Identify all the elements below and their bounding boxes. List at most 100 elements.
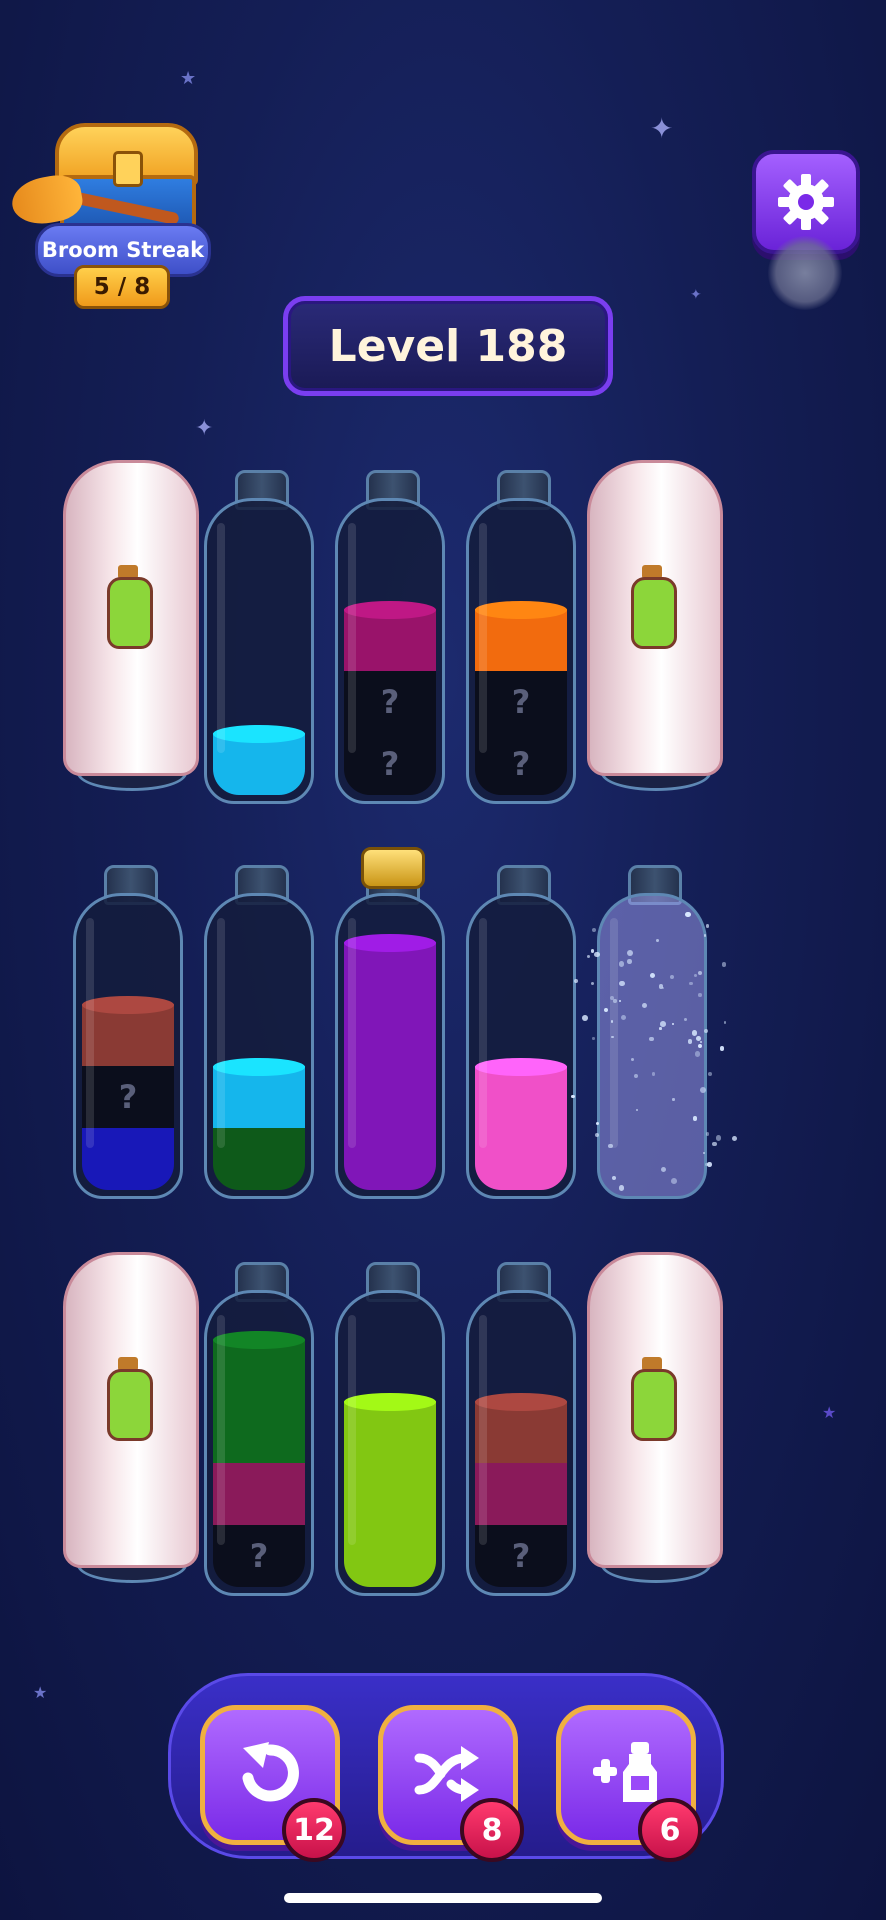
liquid-layer [213,1066,305,1128]
bottle-glass: ? [73,893,183,1199]
sparkle-particle [723,1021,727,1024]
bottle-glass [335,893,445,1199]
sparkle-particle [691,1029,698,1036]
bottle[interactable] [335,1262,445,1600]
sparkle-particle [721,962,727,968]
potion-icon [105,565,153,649]
sparkle-particle [703,933,707,937]
covered-bottle[interactable] [63,460,199,791]
broom-streak-widget[interactable]: Broom Streak 5 / 8 [8,115,211,309]
liquid-layer [344,1128,436,1190]
sparkle-particle [620,1014,627,1020]
potion-icon [105,1357,153,1441]
bottle[interactable]: ? [204,1262,314,1600]
sparkle-particle [705,1131,710,1136]
hidden-layer: ? [213,1525,305,1587]
bottle-glass: ? [466,1290,576,1596]
sparkle-particle [692,1115,698,1121]
sparkle-particle [627,959,632,964]
liquid-layer [82,1004,174,1066]
sparkle-decoration: ✦ [195,416,214,441]
liquid-layer [213,1463,305,1525]
hidden-layer: ? [82,1066,174,1128]
sparkle-particle [707,1162,713,1167]
liquid-layer [475,1401,567,1463]
liquid-layer [344,1401,436,1463]
sparkle-particle [590,981,595,986]
covered-bottle[interactable] [63,1252,199,1583]
sparkle-particle [618,999,621,1002]
sparkle-particle [611,1175,616,1180]
sparkle-particle [591,927,597,932]
hidden-layer: ? [475,733,567,795]
bottle[interactable]: ? [466,1262,576,1600]
potion-icon [629,1357,677,1441]
sparkle-particle [618,960,625,967]
liquid-layer [213,1339,305,1401]
sparkle-particle [651,1072,656,1076]
bottle-glass: ?? [335,498,445,804]
sparkle-particle [609,995,614,1000]
liquid-layer [475,1128,567,1190]
liquid-layer [213,1401,305,1463]
sparkle-particle [659,1027,662,1031]
bottle-glass: ?? [466,498,576,804]
sparkle-particle [697,970,703,976]
bottle[interactable] [204,865,314,1203]
covered-bottle[interactable] [587,460,723,791]
sparkle-particle [704,1029,709,1033]
sparkle-particle [659,1021,666,1027]
sparkle-particle [590,949,595,953]
sparkle-particle [683,1017,687,1021]
liquid-layer [344,1004,436,1066]
liquid-layer [213,733,305,795]
sparkle-particle [618,1185,625,1191]
broom-streak-count: 5 / 8 [74,265,170,309]
sparkle-particle [613,999,617,1003]
liquid-layer [344,1525,436,1587]
sparkle-particle [712,1141,717,1147]
sparkle-particle [705,924,710,928]
liquid-layer [344,1463,436,1525]
add-bottle-count-badge: 6 [638,1798,702,1862]
level-title: Level 188 [283,296,613,396]
sparkle-particle [641,1002,647,1008]
bottle-glass [466,893,576,1199]
bottle-glass [204,498,314,804]
bottle-glass [597,893,707,1199]
sparkle-particle [698,993,702,997]
home-indicator[interactable] [284,1893,602,1903]
sparkle-decoration: ✦ [690,287,702,303]
sparkle-particle [649,972,656,978]
bottle[interactable]: ? [73,865,183,1203]
sparkle-particle [732,1136,738,1142]
liquid-layer [82,1128,174,1190]
undo-count-badge: 12 [282,1798,346,1862]
liquid-layer [475,609,567,671]
bottle[interactable] [335,847,445,1203]
star-decoration: ★ [180,68,197,89]
sparkle-particle [603,1007,608,1012]
cork-icon [361,847,425,889]
sparkle-particle [586,955,590,959]
liquid-layer [344,1066,436,1128]
sparkle-particle [689,981,693,985]
bottle[interactable] [204,470,314,808]
sparkle-particle [610,1035,614,1039]
liquid-layer [475,1463,567,1525]
bottle[interactable]: ?? [335,470,445,808]
star-decoration: ★ [822,1403,837,1422]
sparkle-particle [574,979,578,983]
bottle[interactable] [466,865,576,1203]
potion-icon [629,565,677,649]
star-decoration: ★ [33,1683,48,1702]
bottle[interactable]: ?? [466,470,576,808]
bottle-glass: ? [204,1290,314,1596]
sparkle-particle [687,1038,693,1044]
sparkle-particle [649,1036,654,1042]
liquid-layer [213,1128,305,1190]
sparkle-particle [594,1133,599,1138]
sparkle-particle [627,949,634,956]
covered-bottle[interactable] [587,1252,723,1583]
lock-icon [113,151,143,187]
